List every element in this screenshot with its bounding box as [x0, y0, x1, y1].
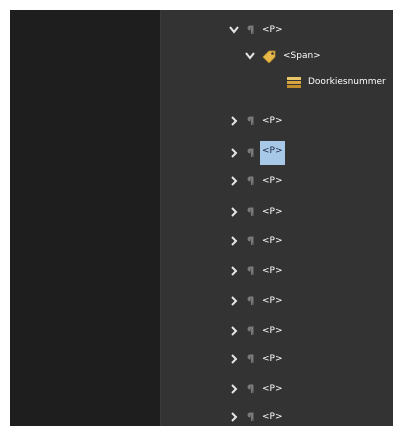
tree-node-p[interactable]: <P>	[229, 346, 283, 372]
tree-node-p-selected[interactable]: <P>	[229, 140, 285, 166]
tag-icon	[261, 49, 277, 63]
tree-node-p[interactable]: <P>	[229, 199, 283, 225]
tree-node-label: <P>	[262, 176, 283, 186]
chevron-right-icon[interactable]	[229, 176, 239, 186]
paragraph-icon	[245, 384, 254, 394]
tree-node-span-expanded[interactable]: <Span>	[245, 43, 321, 69]
chevron-right-icon[interactable]	[229, 326, 239, 336]
chevron-right-icon[interactable]	[229, 148, 239, 158]
chevron-right-icon[interactable]	[229, 266, 239, 276]
paragraph-icon	[245, 25, 254, 35]
left-pane	[10, 10, 160, 426]
tree-node-label: <Span>	[283, 51, 321, 61]
chevron-right-icon[interactable]	[229, 116, 239, 126]
chevron-right-icon[interactable]	[229, 296, 239, 306]
tree-node-structure-element[interactable]: Doorkiesnummer	[286, 69, 386, 95]
tree-node-p[interactable]: <P>	[229, 318, 283, 344]
tree-node-p[interactable]: <P>	[229, 228, 283, 254]
tree-node-p[interactable]: <P>	[229, 376, 283, 402]
paragraph-icon	[245, 296, 254, 306]
tree-node-label: <P>	[262, 25, 283, 35]
chevron-right-icon[interactable]	[229, 236, 239, 246]
tree-node-p-expanded[interactable]: <P>	[229, 17, 283, 43]
paragraph-icon	[245, 412, 254, 422]
paragraph-icon	[245, 326, 254, 336]
tree-node-label: <P>	[260, 141, 285, 165]
chevron-down-icon[interactable]	[245, 51, 255, 61]
paragraph-icon	[245, 236, 254, 246]
tree-node-p[interactable]: <P>	[229, 288, 283, 314]
tree-node-label: <P>	[262, 384, 283, 394]
chevron-down-icon[interactable]	[229, 25, 239, 35]
tree-node-label: <P>	[262, 296, 283, 306]
tree-node-label: <P>	[262, 326, 283, 336]
paragraph-icon	[245, 266, 254, 276]
chevron-right-icon[interactable]	[229, 207, 239, 217]
tree-node-label: <P>	[262, 412, 283, 422]
tag-tree: <P> <Span> Doorkiesnummer <P> <P> <P> <P…	[160, 10, 393, 426]
chevron-right-icon[interactable]	[229, 412, 239, 422]
tree-node-label: <P>	[262, 207, 283, 217]
chevron-right-icon[interactable]	[229, 384, 239, 394]
tree-node-label: <P>	[262, 266, 283, 276]
tree-node-p[interactable]: <P>	[229, 404, 283, 426]
tree-node-p[interactable]: <P>	[229, 108, 283, 134]
structure-element-icon	[286, 75, 302, 89]
paragraph-icon	[245, 116, 254, 126]
tree-node-label: <P>	[262, 116, 283, 126]
chevron-right-icon[interactable]	[229, 354, 239, 364]
paragraph-icon	[245, 207, 254, 217]
paragraph-icon	[245, 148, 254, 158]
tree-node-label: Doorkiesnummer	[308, 77, 386, 87]
paragraph-icon	[245, 354, 254, 364]
tags-panel: <P> <Span> Doorkiesnummer <P> <P> <P> <P…	[10, 10, 393, 426]
tree-node-p[interactable]: <P>	[229, 168, 283, 194]
tree-node-label: <P>	[262, 236, 283, 246]
paragraph-icon	[245, 176, 254, 186]
tree-node-p[interactable]: <P>	[229, 258, 283, 284]
tree-node-label: <P>	[262, 354, 283, 364]
